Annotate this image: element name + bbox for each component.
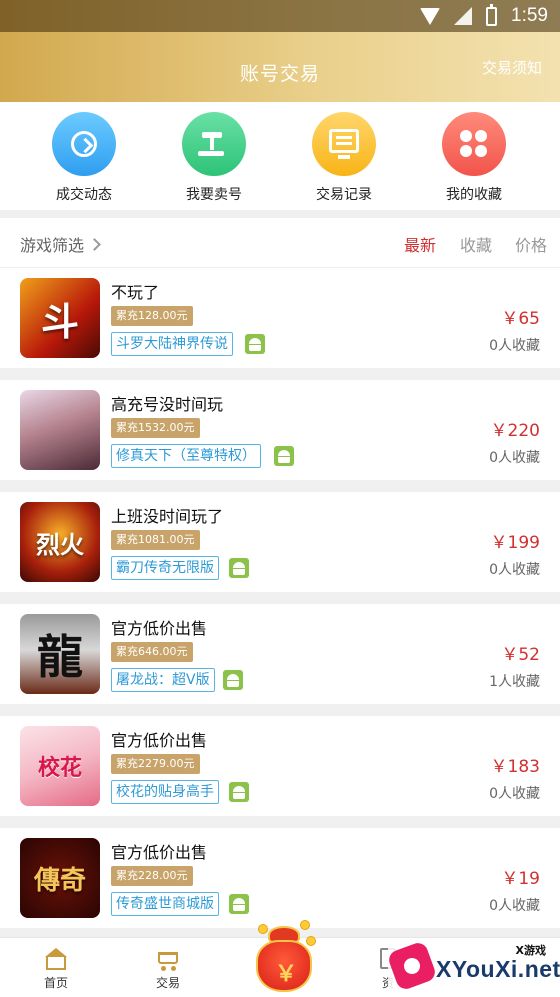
filter-bar: 游戏筛选 最新 收藏 价格 xyxy=(0,218,560,268)
listing-title: 官方低价出售 xyxy=(111,619,208,638)
action-label: 成交动态 xyxy=(56,187,112,203)
action-label: 交易记录 xyxy=(316,187,372,203)
gavel-icon xyxy=(182,112,246,176)
favorites-icon xyxy=(442,112,506,176)
status-time: 1:59 xyxy=(511,5,548,26)
chat-icon xyxy=(52,112,116,176)
battery-icon xyxy=(486,3,498,26)
sort-latest[interactable]: 最新 xyxy=(404,232,436,256)
android-icon xyxy=(245,334,265,354)
listing-price: ￥65 xyxy=(501,309,540,329)
listing-price: ￥52 xyxy=(501,645,540,665)
android-icon xyxy=(229,894,249,914)
nav-label: 交易 xyxy=(155,976,180,990)
listing-title: 官方低价出售 xyxy=(111,731,208,750)
coin-icon xyxy=(306,936,316,946)
favorite-count: 0人收藏 xyxy=(489,786,540,802)
favorite-count: 0人收藏 xyxy=(489,562,540,578)
recharge-badge: 累充128.00元 xyxy=(111,306,193,326)
favorite-count: 0人收藏 xyxy=(489,338,540,354)
game-filter-button[interactable]: 游戏筛选 xyxy=(20,232,101,256)
game-tag[interactable]: 屠龙战：超V版 xyxy=(111,668,215,692)
money-bag-icon: ￥ xyxy=(256,940,312,992)
watermark: X游戏 XYouXi.net xyxy=(386,938,560,997)
listing-price: ￥220 xyxy=(490,421,540,441)
signal-icon xyxy=(454,7,473,25)
cart-icon xyxy=(156,948,180,971)
listing-card[interactable]: 傳奇 官方低价出售 累充228.00元 传奇盛世商城版 ￥19 0人收藏 xyxy=(0,828,560,928)
android-icon xyxy=(274,446,294,466)
nav-label: 首页 xyxy=(43,976,68,990)
game-tag[interactable]: 霸刀传奇无限版 xyxy=(111,556,219,580)
listing-price: ￥19 xyxy=(501,869,540,889)
status-bar: 1:59 xyxy=(0,0,560,32)
favorite-count: 0人收藏 xyxy=(489,450,540,466)
listing-card[interactable]: 龍 官方低价出售 累充646.00元 屠龙战：超V版 ￥52 1人收藏 xyxy=(0,604,560,704)
android-icon xyxy=(229,558,249,578)
listing-card[interactable]: 校花 官方低价出售 累充2279.00元 校花的贴身高手 ￥183 0人收藏 xyxy=(0,716,560,816)
game-thumbnail xyxy=(20,390,100,470)
game-tag[interactable]: 斗罗大陆神界传说 xyxy=(111,332,233,356)
wifi-icon xyxy=(420,7,441,25)
record-icon xyxy=(312,112,376,176)
favorite-count: 1人收藏 xyxy=(489,674,540,690)
nav-trade[interactable]: 交易 xyxy=(128,948,208,991)
home-icon xyxy=(44,948,68,970)
favorite-count: 0人收藏 xyxy=(489,898,540,914)
sort-price[interactable]: 价格 xyxy=(515,232,547,256)
listing-card[interactable]: 斗 不玩了 累充128.00元 斗罗大陆神界传说 ￥65 0人收藏 xyxy=(0,268,560,368)
recharge-badge: 累充646.00元 xyxy=(111,642,193,662)
watermark-logo-icon xyxy=(386,940,438,992)
recharge-badge: 累充228.00元 xyxy=(111,866,193,886)
yen-symbol: ￥ xyxy=(274,962,297,987)
android-icon xyxy=(229,782,249,802)
game-thumbnail: 校花 xyxy=(20,726,100,806)
nav-home[interactable]: 首页 xyxy=(16,948,96,991)
game-filter-label: 游戏筛选 xyxy=(20,236,85,255)
coin-icon xyxy=(300,920,310,930)
action-label: 我要卖号 xyxy=(186,187,242,203)
action-label: 我的收藏 xyxy=(446,187,502,203)
recharge-badge: 累充2279.00元 xyxy=(111,754,200,774)
listing-title: 上班没时间玩了 xyxy=(111,507,224,526)
game-thumbnail: 龍 xyxy=(20,614,100,694)
listing-title: 不玩了 xyxy=(111,283,160,302)
game-thumbnail: 斗 xyxy=(20,278,100,358)
listing-card[interactable]: 烈火 上班没时间玩了 累充1081.00元 霸刀传奇无限版 ￥199 0人收藏 xyxy=(0,492,560,592)
sort-favorites[interactable]: 收藏 xyxy=(460,232,492,256)
action-my-favorites[interactable]: 我的收藏 xyxy=(409,112,539,204)
listing-price: ￥199 xyxy=(490,533,540,553)
red-packet-button[interactable]: ￥ xyxy=(252,920,316,994)
quick-actions: 成交动态 我要卖号 交易记录 我的收藏 xyxy=(0,102,560,210)
chevron-right-icon xyxy=(88,238,101,251)
game-thumbnail: 烈火 xyxy=(20,502,100,582)
game-tag[interactable]: 校花的贴身高手 xyxy=(111,780,219,804)
action-trade-records[interactable]: 交易记录 xyxy=(279,112,409,204)
game-tag[interactable]: 传奇盛世商城版 xyxy=(111,892,219,916)
android-icon xyxy=(223,670,243,690)
header-background: 1:59 账号交易 交易须知 xyxy=(0,0,560,102)
trade-notice-link[interactable]: 交易须知 xyxy=(482,57,542,78)
listing-price: ￥183 xyxy=(490,757,540,777)
recharge-badge: 累充1081.00元 xyxy=(111,530,200,550)
listing-card[interactable]: 高充号没时间玩 累充1532.00元 修真天下（至尊特权） ￥220 0人收藏 xyxy=(0,380,560,480)
coin-icon xyxy=(258,924,268,934)
watermark-text: XYouXi.net xyxy=(436,956,560,982)
action-sell-account[interactable]: 我要卖号 xyxy=(149,112,279,204)
page-title: 账号交易 xyxy=(239,63,320,85)
game-thumbnail: 傳奇 xyxy=(20,838,100,918)
game-tag[interactable]: 修真天下（至尊特权） xyxy=(111,444,261,468)
listing-title: 高充号没时间玩 xyxy=(111,395,224,414)
recharge-badge: 累充1532.00元 xyxy=(111,418,200,438)
action-deal-feed[interactable]: 成交动态 xyxy=(19,112,149,204)
listing-title: 官方低价出售 xyxy=(111,843,208,862)
